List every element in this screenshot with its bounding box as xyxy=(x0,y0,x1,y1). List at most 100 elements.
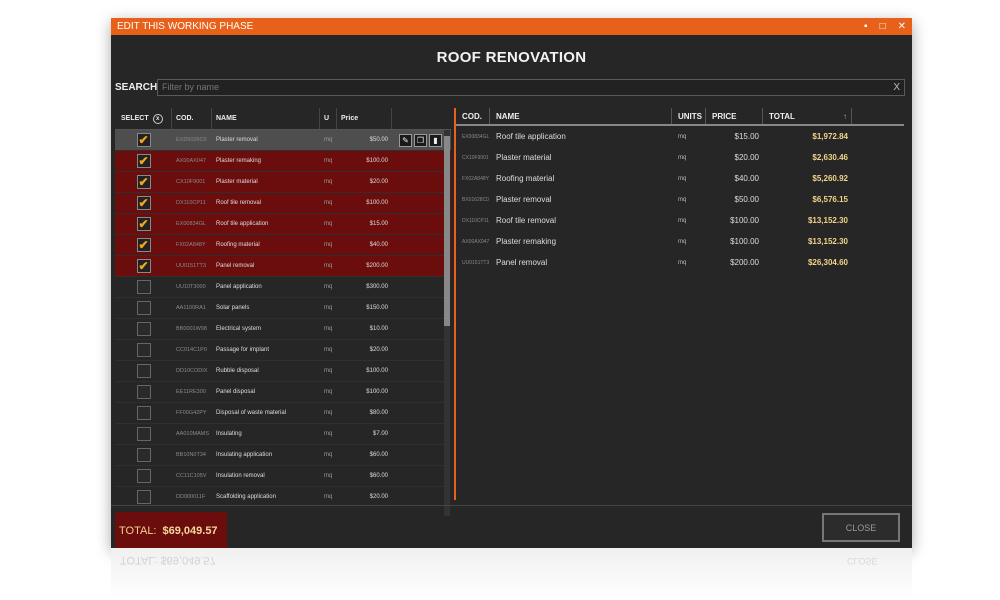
item-unit: mq xyxy=(324,326,333,332)
actions-cell xyxy=(392,424,442,444)
item-code: FF00G42PY xyxy=(176,410,207,416)
table-row[interactable]: ✔ DX110CP11 Roof tile removal mq $100.00 xyxy=(115,193,451,214)
table-row[interactable]: FX02A848Y Roofing material mq $40.00 $5,… xyxy=(456,168,904,189)
cod-column-header[interactable]: COD. xyxy=(456,108,490,124)
select-checkbox[interactable] xyxy=(136,448,151,462)
table-row[interactable]: AX00AX047 Plaster remaking mq $100.00 $1… xyxy=(456,231,904,252)
select-checkbox[interactable] xyxy=(136,280,151,294)
table-row[interactable]: BB0001W98 Electrical system mq $10.00 xyxy=(115,319,451,340)
table-row[interactable]: ✔ EXD5026C0 Plaster removal mq $50.00 ✎ … xyxy=(115,130,451,151)
item-name: Disposal of waste material xyxy=(216,410,287,416)
table-row[interactable]: UU0151TT3 Panel removal mq $200.00 $26,3… xyxy=(456,252,904,273)
select-checkbox[interactable] xyxy=(136,427,151,441)
search-input[interactable] xyxy=(162,82,894,92)
table-row[interactable]: DX110CP11 Roof tile removal mq $100.00 $… xyxy=(456,210,904,231)
select-checkbox[interactable]: ✔ xyxy=(136,133,151,147)
edit-icon[interactable]: ✎ xyxy=(399,133,412,147)
table-row[interactable]: CX10F9001 Plaster material mq $20.00 $2,… xyxy=(456,147,904,168)
table-row[interactable]: BX01628C0 Plaster removal mq $50.00 $6,5… xyxy=(456,189,904,210)
cod-column-header[interactable]: COD. xyxy=(172,108,212,129)
item-price: $100.00 xyxy=(730,237,759,246)
table-row[interactable]: EX00834GL Roof tile application mq $15.0… xyxy=(456,126,904,147)
copy-icon[interactable]: ❐ xyxy=(414,133,427,147)
table-row[interactable]: EE11RE300 Panel disposal mq $100.00 xyxy=(115,382,451,403)
minimize-icon[interactable]: ▪ xyxy=(864,21,868,32)
item-code: CX10F9001 xyxy=(176,179,206,185)
item-name: Passage for implant xyxy=(216,347,270,353)
item-name: Panel disposal xyxy=(216,389,256,395)
item-unit: mq xyxy=(324,200,333,206)
scrollbar[interactable] xyxy=(444,130,450,516)
unit-column-header[interactable]: U xyxy=(320,108,337,129)
select-checkbox[interactable]: ✔ xyxy=(136,259,151,273)
select-cell: ✔ xyxy=(115,235,172,255)
table-row[interactable]: ✔ CX10F9001 Plaster material mq $20.00 xyxy=(115,172,451,193)
select-cell: ✔ xyxy=(115,172,172,192)
name-column-header[interactable]: NAME xyxy=(490,108,672,124)
table-row[interactable]: FF00G42PY Disposal of waste material mq … xyxy=(115,403,451,424)
table-row[interactable]: ✔ UU0151TT3 Panel removal mq $200.00 xyxy=(115,256,451,277)
table-row[interactable]: DD000011F Scaffolding application mq $20… xyxy=(115,487,451,505)
total-column-header[interactable]: TOTAL ↑ xyxy=(763,108,852,124)
select-checkbox[interactable] xyxy=(136,364,151,378)
item-unit: mq xyxy=(324,389,333,395)
clear-search-icon[interactable]: X xyxy=(893,82,900,93)
select-checkbox[interactable]: ✔ xyxy=(136,238,151,252)
item-total: $13,152.30 xyxy=(807,216,848,225)
name-column-header[interactable]: NAME xyxy=(212,108,320,129)
table-row[interactable]: AA1100RA1 Solar panels mq $150.00 xyxy=(115,298,451,319)
table-row[interactable]: CC014C1P0 Passage for implant mq $20.00 xyxy=(115,340,451,361)
item-code: DX110CP11 xyxy=(176,200,206,206)
select-checkbox[interactable] xyxy=(136,301,151,315)
table-row[interactable]: CC11C105V Insulation removal mq $60.00 xyxy=(115,466,451,487)
select-checkbox[interactable] xyxy=(136,469,151,483)
units-column-header[interactable]: UNITS xyxy=(672,108,706,124)
select-cell xyxy=(115,445,172,465)
item-unit: mq xyxy=(324,305,333,311)
maximize-icon[interactable]: □ xyxy=(880,21,886,32)
select-checkbox[interactable] xyxy=(136,490,151,504)
actions-cell xyxy=(392,382,442,402)
item-name: Plaster remaking xyxy=(216,158,262,164)
select-checkbox[interactable] xyxy=(136,385,151,399)
table-row[interactable]: ✔ EX00834GL Roof tile application mq $15… xyxy=(115,214,451,235)
title-bar[interactable]: EDIT THIS WORKING PHASE ▪ □ ✕ xyxy=(111,18,912,35)
item-code: DD000011F xyxy=(176,494,206,500)
select-cell xyxy=(115,298,172,318)
select-checkbox[interactable]: ✔ xyxy=(136,175,151,189)
item-price: $60.00 xyxy=(369,473,388,479)
table-row[interactable]: AA010MAMS Insulating mq $7.00 xyxy=(115,424,451,445)
select-checkbox[interactable] xyxy=(136,406,151,420)
close-icon[interactable]: ✕ xyxy=(898,21,906,32)
price-column-header[interactable]: PRICE xyxy=(706,108,763,124)
clear-selection-icon[interactable]: x xyxy=(152,113,163,124)
item-name: Insulation removal xyxy=(216,473,265,479)
item-name: Roof tile application xyxy=(496,132,566,141)
item-code: DX110CP11 xyxy=(462,217,490,224)
item-code: UU10T3000 xyxy=(176,284,206,290)
table-row[interactable]: BB10N0T34 Insulating application mq $60.… xyxy=(115,445,451,466)
item-units: mq xyxy=(678,154,687,161)
select-checkbox[interactable]: ✔ xyxy=(136,217,151,231)
select-checkbox[interactable]: ✔ xyxy=(136,154,151,168)
item-total: $2,630.46 xyxy=(812,153,848,162)
item-price: $15.00 xyxy=(369,221,388,227)
table-row[interactable]: ✔ FX02A848Y Roofing material mq $40.00 xyxy=(115,235,451,256)
table-row[interactable]: ✔ AX00AX047 Plaster remaking mq $100.00 xyxy=(115,151,451,172)
item-name: Solar panels xyxy=(216,305,250,311)
delete-icon[interactable]: ▮ xyxy=(429,133,442,147)
price-column-header[interactable]: Price xyxy=(337,108,392,129)
sort-ascending-icon[interactable]: ↑ xyxy=(843,112,847,121)
table-row[interactable]: UU10T3000 Panel application mq $300.00 xyxy=(115,277,451,298)
item-units: mq xyxy=(678,175,687,182)
scrollbar-thumb[interactable] xyxy=(444,136,450,326)
checkmark-icon: ✔ xyxy=(138,154,149,168)
table-row[interactable]: DD10CODIX Rubble disposal mq $100.00 xyxy=(115,361,451,382)
item-code: AA010MAMS xyxy=(176,431,210,437)
select-checkbox[interactable]: ✔ xyxy=(136,196,151,210)
close-button[interactable]: CLOSE xyxy=(822,513,900,542)
select-checkbox[interactable] xyxy=(136,343,151,357)
select-cell xyxy=(115,403,172,423)
item-name: Roofing material xyxy=(216,242,260,248)
select-checkbox[interactable] xyxy=(136,322,151,336)
